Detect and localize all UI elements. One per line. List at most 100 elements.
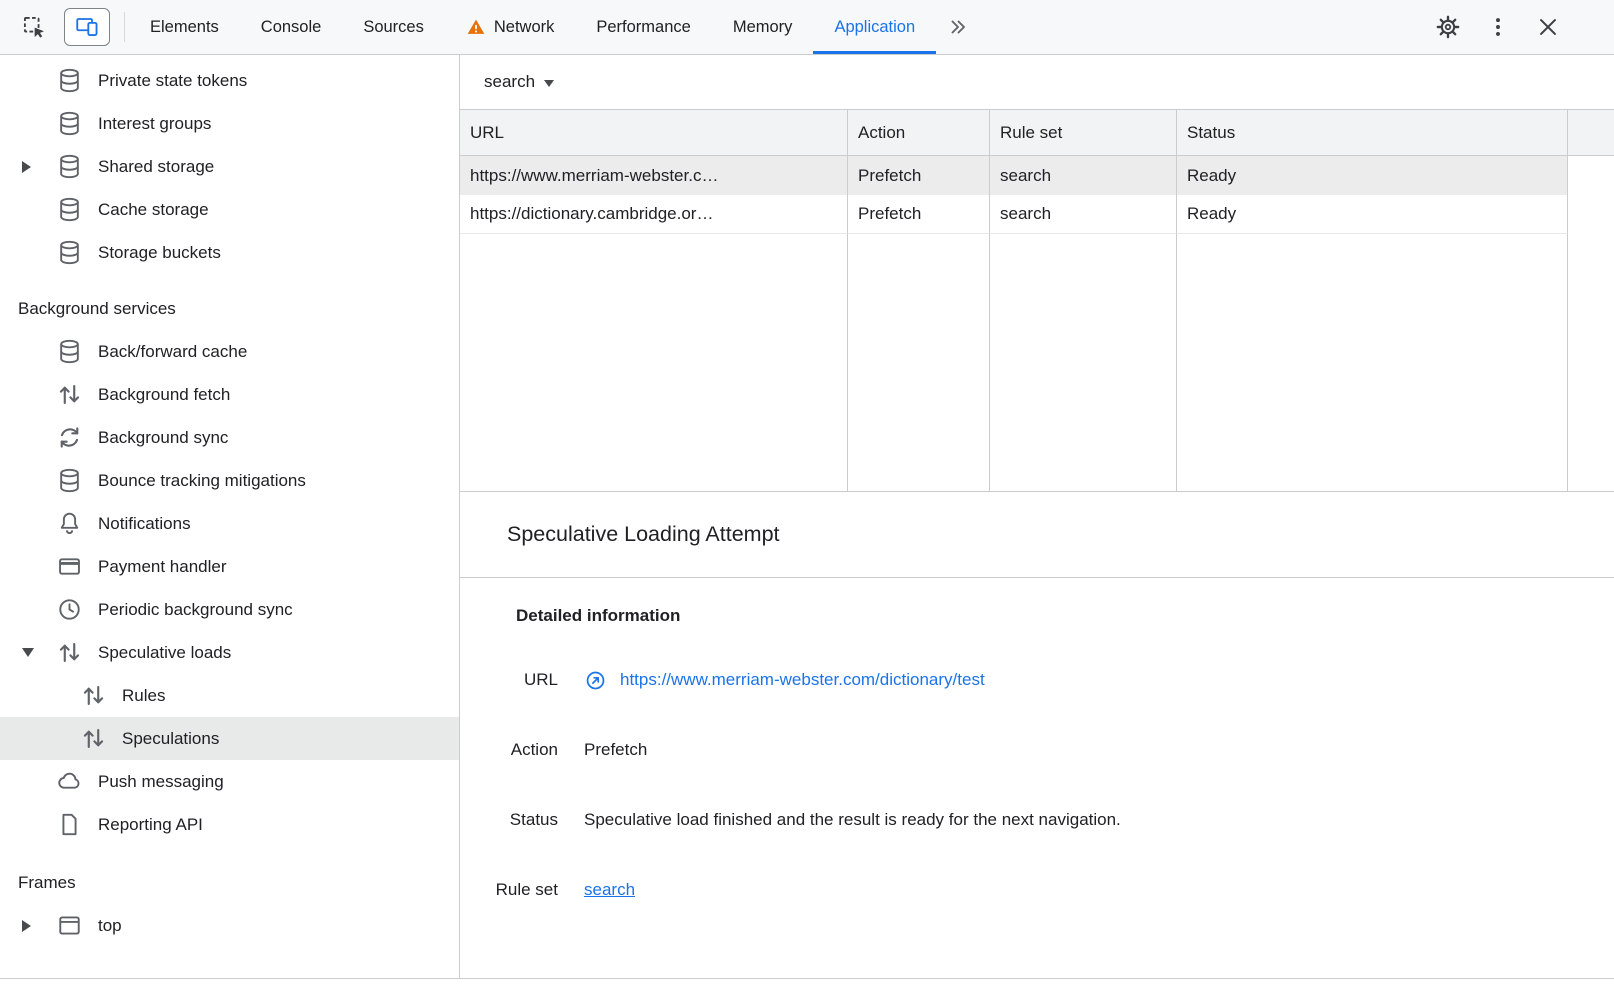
database-icon [56, 153, 83, 180]
chevron-right-icon [22, 161, 31, 173]
tab-performance[interactable]: Performance [575, 0, 711, 54]
dropdown-caret-icon[interactable] [544, 80, 554, 87]
sidebar-item-private-state-tokens[interactable]: Private state tokens [0, 59, 459, 102]
sidebar-item-label: Rules [122, 686, 165, 706]
table-row-cell-status[interactable]: Ready [1177, 195, 1568, 234]
close-devtools-button[interactable] [1528, 8, 1568, 46]
expander-slot[interactable] [14, 920, 56, 932]
detail-label-status: Status [474, 808, 558, 832]
tab-memory[interactable]: Memory [712, 0, 814, 54]
detail-value-status: Speculative load finished and the result… [584, 808, 1590, 832]
sidebar-item-back-forward-cache[interactable]: Back/forward cache [0, 330, 459, 373]
column-header-status[interactable]: Status [1177, 110, 1568, 156]
column-header-label: Rule set [1000, 123, 1062, 143]
sidebar-item-reporting-api[interactable]: Reporting API [0, 803, 459, 846]
up-down-arrows-icon [80, 682, 107, 709]
column-header-label: URL [470, 123, 504, 143]
tab-application[interactable]: Application [813, 0, 936, 54]
sidebar-item-background-fetch[interactable]: Background fetch [0, 373, 459, 416]
sidebar-item-cache-storage[interactable]: Cache storage [0, 188, 459, 231]
sidebar-item-speculations[interactable]: Speculations [0, 717, 459, 760]
sidebar-item-label: Push messaging [98, 772, 224, 792]
sidebar-item-notifications[interactable]: Notifications [0, 502, 459, 545]
sidebar-item-bounce-tracking-mitigations[interactable]: Bounce tracking mitigations [0, 459, 459, 502]
table-filler-gutter [1568, 234, 1614, 491]
sidebar-item-push-messaging[interactable]: Push messaging [0, 760, 459, 803]
settings-button[interactable] [1428, 8, 1468, 46]
table-filler [990, 234, 1177, 491]
url-link[interactable]: https://www.merriam-webster.com/dictiona… [620, 668, 985, 692]
sidebar-item-storage-buckets[interactable]: Storage buckets [0, 231, 459, 274]
table-row-cell-action[interactable]: Prefetch [848, 195, 990, 234]
rule-set-filter-value[interactable]: search [484, 72, 535, 92]
table-row-cell-url[interactable]: https://dictionary.cambridge.or… [460, 195, 848, 234]
column-header-rule-set[interactable]: Rule set [990, 110, 1177, 156]
database-icon [56, 110, 83, 137]
application-sidebar: Private state tokens Interest groups Sha… [0, 55, 460, 978]
table-row-cell-url[interactable]: https://www.merriam-webster.c… [460, 156, 848, 195]
column-header-url[interactable]: URL [460, 110, 848, 156]
inspect-element-button[interactable] [14, 8, 54, 46]
tab-label: Sources [363, 18, 424, 37]
rule-set-link[interactable]: search [584, 878, 635, 902]
table-header-gutter [1568, 110, 1614, 156]
column-header-action[interactable]: Action [848, 110, 990, 156]
devtools-content: Private state tokens Interest groups Sha… [0, 55, 1614, 978]
sidebar-item-label: Speculations [122, 729, 219, 749]
panel-tabs: Elements Console Sources Network Perform… [129, 0, 980, 54]
up-down-arrows-icon [80, 725, 107, 752]
sidebar-item-label: Storage buckets [98, 243, 221, 263]
database-icon [56, 196, 83, 223]
sidebar-item-shared-storage[interactable]: Shared storage [0, 145, 459, 188]
toggle-device-toolbar-button[interactable] [64, 8, 110, 46]
cell-value: https://dictionary.cambridge.or… [470, 204, 713, 224]
open-url-icon[interactable] [584, 669, 607, 692]
tab-label: Performance [596, 18, 690, 37]
database-icon [56, 467, 83, 494]
detail-value-rule-set: search [584, 878, 1590, 902]
detail-value-url: https://www.merriam-webster.com/dictiona… [584, 668, 1590, 692]
sidebar-section-frames: Frames [0, 862, 459, 904]
table-row-cell-status[interactable]: Ready [1177, 156, 1568, 195]
speculations-panel: search URL Action Rule set Status https:… [460, 55, 1614, 978]
cell-value: https://www.merriam-webster.c… [470, 166, 718, 186]
cell-value: Ready [1187, 166, 1236, 186]
expander-slot[interactable] [14, 161, 56, 173]
up-down-arrows-icon [56, 639, 83, 666]
sidebar-item-rules[interactable]: Rules [0, 674, 459, 717]
warning-icon [466, 17, 486, 37]
cell-value: Prefetch [858, 204, 921, 224]
table-row-cell-action[interactable]: Prefetch [848, 156, 990, 195]
sidebar-item-payment-handler[interactable]: Payment handler [0, 545, 459, 588]
cell-value: search [1000, 204, 1051, 224]
tab-network[interactable]: Network [445, 0, 576, 54]
attempt-title-bar: Speculative Loading Attempt [460, 492, 1614, 578]
tab-label: Elements [150, 18, 219, 37]
detail-label-action: Action [474, 738, 558, 762]
sidebar-item-label: Reporting API [98, 815, 203, 835]
toolbar-divider [124, 12, 125, 42]
customize-menu-button[interactable] [1478, 8, 1518, 46]
detail-label-url: URL [474, 668, 558, 692]
tab-sources[interactable]: Sources [342, 0, 445, 54]
sidebar-item-background-sync[interactable]: Background sync [0, 416, 459, 459]
expander-slot[interactable] [14, 648, 56, 657]
sidebar-item-interest-groups[interactable]: Interest groups [0, 102, 459, 145]
tab-elements[interactable]: Elements [129, 0, 240, 54]
more-tabs-button[interactable] [936, 0, 980, 54]
sidebar-item-label: Interest groups [98, 114, 211, 134]
chevron-right-icon [22, 920, 31, 932]
table-row-cell-rule-set[interactable]: search [990, 195, 1177, 234]
sidebar-item-periodic-background-sync[interactable]: Periodic background sync [0, 588, 459, 631]
table-row-cell-rule-set[interactable]: search [990, 156, 1177, 195]
sidebar-item-label: Background sync [98, 428, 228, 448]
details-heading: Detailed information [516, 606, 1590, 626]
sidebar-item-top-frame[interactable]: top [0, 904, 459, 947]
tab-console[interactable]: Console [240, 0, 343, 54]
chevron-double-right-icon [946, 15, 970, 39]
speculations-filter-bar: search [460, 55, 1614, 109]
sidebar-item-label: Bounce tracking mitigations [98, 471, 306, 491]
speculations-table: URL Action Rule set Status https://www.m… [460, 109, 1614, 492]
credit-card-icon [56, 553, 83, 580]
sidebar-item-speculative-loads[interactable]: Speculative loads [0, 631, 459, 674]
